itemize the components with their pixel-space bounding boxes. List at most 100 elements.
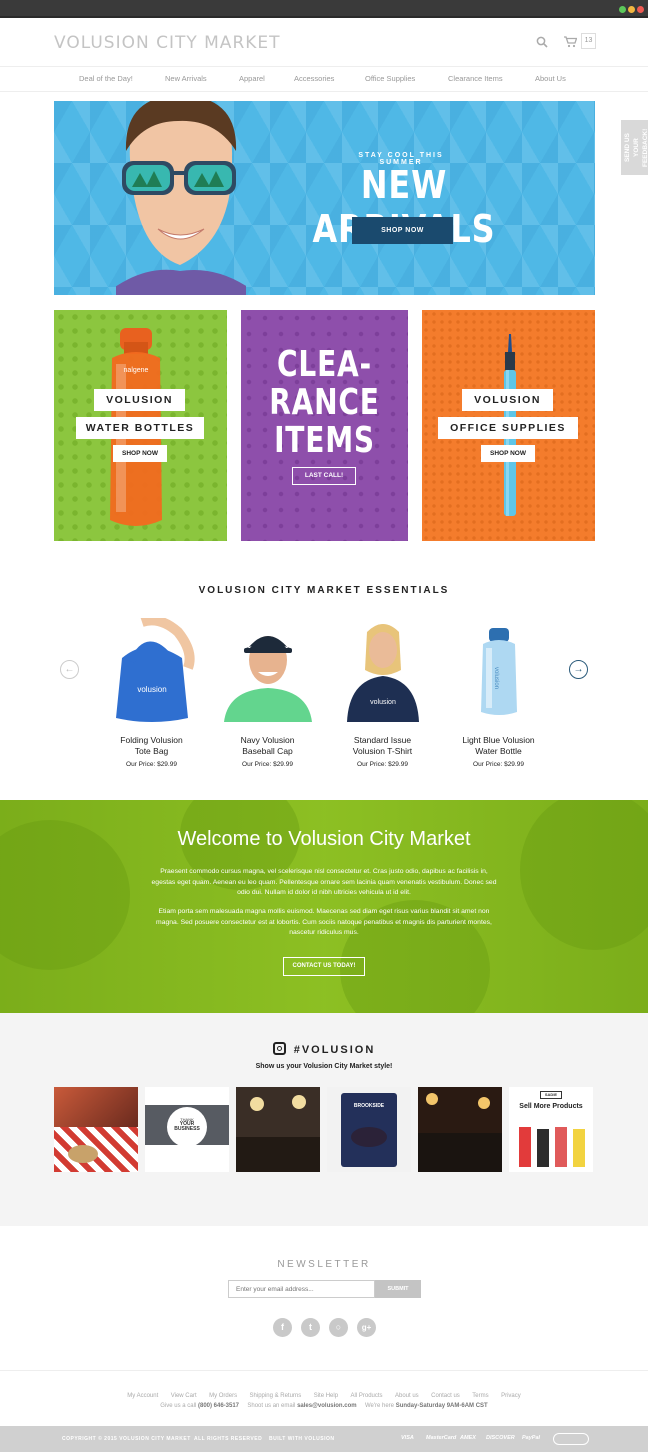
footer-link-privacy[interactable]: Privacy <box>501 1393 521 1399</box>
welcome-paragraph-1: Praesent commodo cursus magna, vel scele… <box>151 868 497 896</box>
footer-contact-line: Give us a call (800) 646-3517 Shoot us a… <box>0 1403 648 1409</box>
instagram-thumb[interactable] <box>54 1087 138 1172</box>
instagram-thumb[interactable]: SADIE Sell More Products <box>509 1087 593 1172</box>
paypal-icon: PayPal <box>522 1435 541 1441</box>
instagram-social-icon[interactable]: ○ <box>329 1318 348 1337</box>
thumb-shape <box>519 1127 531 1167</box>
product-name[interactable]: Standard Issue Volusion T-Shirt <box>330 735 435 756</box>
footer-link-my-account[interactable]: My Account <box>127 1393 158 1399</box>
contact-us-button[interactable]: CONTACT US TODAY! <box>283 957 365 976</box>
thumb-shape <box>292 1095 306 1109</box>
footer-email[interactable]: sales@volusion.com <box>297 1403 357 1409</box>
footer-link-terms[interactable]: Terms <box>472 1393 488 1399</box>
email-prefix: Shoot us an email <box>247 1403 296 1409</box>
promo-office-shop-now-button[interactable]: SHOP NOW <box>481 445 535 462</box>
promo-office-label-2: OFFICE SUPPLIES <box>438 417 578 439</box>
footer-links: My Account View Cart My Orders Shipping … <box>0 1384 648 1402</box>
product-name[interactable]: Light Blue Volusion Water Bottle <box>446 735 551 756</box>
tote-bag-image: volusion <box>115 615 195 722</box>
facebook-icon[interactable]: f <box>273 1318 292 1337</box>
thumb-badge: THANK YOUR BUSINESS <box>167 1107 207 1147</box>
product-name[interactable]: Navy Volusion Baseball Cap <box>215 735 320 756</box>
nav-accessories[interactable]: Accessories <box>294 74 334 83</box>
nav-apparel[interactable]: Apparel <box>239 74 265 83</box>
thumb-shape <box>54 1087 138 1127</box>
clearance-last-call-button[interactable]: LAST CALL! <box>292 467 356 485</box>
nav-new-arrivals[interactable]: New Arrivals <box>165 74 207 83</box>
footer-link-contact-us[interactable]: Contact us <box>431 1393 460 1399</box>
promo-office-label-1: VOLUSION <box>462 389 553 411</box>
product-price: Our Price: $29.99 <box>242 761 293 768</box>
footer-hours: Sunday-Saturday 9AM-6AM CST <box>395 1403 488 1409</box>
instagram-subtitle: Show us your Volusion City Market style! <box>255 1063 393 1070</box>
product-price: Our Price: $29.99 <box>473 761 524 768</box>
footer-phone[interactable]: (800) 646-3517 <box>198 1403 239 1409</box>
instagram-thumb[interactable]: BROOKSIDE <box>327 1087 411 1172</box>
product-name-line-1: Navy Volusion <box>240 735 295 745</box>
hero-banner[interactable]: STAY COOL THIS SUMMER NEW ARRIVALS SHOP … <box>54 101 595 295</box>
carousel-next-arrow-icon[interactable]: → <box>569 660 588 679</box>
welcome-section: Welcome to Volusion City Market Praesent… <box>0 800 648 1013</box>
product-price: Our Price: $29.99 <box>126 761 177 768</box>
thumb-caption: Sell More Products <box>519 1103 583 1110</box>
maximize-dot-icon[interactable] <box>619 6 626 13</box>
carousel-prev-arrow-icon[interactable]: ← <box>60 660 79 679</box>
google-plus-icon[interactable]: g+ <box>357 1318 376 1337</box>
call-prefix: Give us a call <box>160 1403 197 1409</box>
product-card[interactable]: volusion Folding Volusion Tote Bag Our Pr… <box>99 615 204 768</box>
promo-water-shop-now-button[interactable]: SHOP NOW <box>113 445 167 462</box>
promo-water-label-1: VOLUSION <box>94 389 185 411</box>
product-name-line-2: Water Bottle <box>475 745 522 756</box>
product-card[interactable]: Navy Volusion Baseball Cap Our Price: $29… <box>215 618 320 768</box>
footer-link-shipping-returns[interactable]: Shipping & Returns <box>250 1393 302 1399</box>
instagram-icon[interactable] <box>272 1042 286 1055</box>
instagram-thumb[interactable] <box>236 1087 320 1172</box>
nav-deal-of-the-day[interactable]: Deal of the Day! <box>79 74 133 83</box>
product-name-line-2: Tote Bag <box>134 745 169 756</box>
footer-divider <box>0 1370 648 1371</box>
feedback-tab[interactable]: SEND US YOUR FEEDBACK! <box>621 120 648 175</box>
footer-link-my-orders[interactable]: My Orders <box>209 1393 237 1399</box>
nav-clearance-items[interactable]: Clearance Items <box>448 74 503 83</box>
promo-clearance[interactable]: CLEA- RANCE ITEMS LAST CALL! <box>241 310 408 541</box>
minimize-dot-icon[interactable] <box>628 6 635 13</box>
thumb-brand-label: BROOKSIDE <box>353 1103 385 1109</box>
product-card[interactable]: volusion Light Blue Volusion Water Bottle… <box>446 618 551 768</box>
hero-shop-now-button[interactable]: SHOP NOW <box>352 217 453 244</box>
site-logo[interactable]: VOLUSION CITY MARKET <box>54 33 281 53</box>
cart-count-badge[interactable]: 13 <box>581 33 596 49</box>
promo-office-supplies[interactable]: VOLUSION OFFICE SUPPLIES SHOP NOW <box>422 310 595 541</box>
footer-link-about-us[interactable]: About us <box>395 1393 419 1399</box>
promo-water-bottles[interactable]: nalgene VOLUSION WATER BOTTLES SHOP NOW <box>54 310 227 541</box>
clearance-title-line-3: ITEMS <box>274 420 375 461</box>
product-name[interactable]: Folding Volusion Tote Bag <box>99 735 204 756</box>
close-dot-icon[interactable] <box>637 6 644 13</box>
nav-office-supplies[interactable]: Office Supplies <box>365 74 415 83</box>
newsletter-submit-button[interactable]: SUBMIT <box>375 1280 421 1298</box>
footer-link-view-cart[interactable]: View Cart <box>171 1393 197 1399</box>
discover-icon: DISCOVER <box>486 1435 515 1441</box>
thumb-shape <box>478 1097 490 1109</box>
amex-icon: AMEX <box>460 1435 476 1441</box>
thumb-shape <box>426 1093 438 1105</box>
instagram-thumb[interactable]: THANK YOUR BUSINESS <box>145 1087 229 1172</box>
main-nav: Deal of the Day! New Arrivals Apparel Ac… <box>0 66 648 92</box>
product-price: Our Price: $29.99 <box>357 761 408 768</box>
copyright-text: COPYRIGHT © 2015 VOLUSION CITY MARKET <box>62 1436 191 1442</box>
svg-text:volusion: volusion <box>370 699 396 706</box>
thumb-shape <box>418 1133 502 1172</box>
newsletter-email-input[interactable] <box>228 1280 375 1298</box>
nav-about-us[interactable]: About Us <box>535 74 566 83</box>
instagram-thumb[interactable] <box>418 1087 502 1172</box>
cart-icon[interactable] <box>564 36 577 48</box>
footer-link-all-products[interactable]: All Products <box>351 1393 383 1399</box>
twitter-icon[interactable]: t <box>301 1318 320 1337</box>
page: VOLUSION CITY MARKET 13 Deal of the Day!… <box>0 0 648 1452</box>
product-card[interactable]: volusion Standard Issue Volusion T-Shirt … <box>330 618 435 768</box>
thumb-shape <box>250 1097 264 1111</box>
instagram-hashtag: #VOLUSION <box>293 1044 376 1056</box>
search-icon[interactable] <box>536 36 548 48</box>
product-name-line-1: Folding Volusion <box>120 735 183 745</box>
built-with-text[interactable]: BUILT WITH VOLUSION <box>269 1436 335 1442</box>
footer-link-site-help[interactable]: Site Help <box>314 1393 338 1399</box>
